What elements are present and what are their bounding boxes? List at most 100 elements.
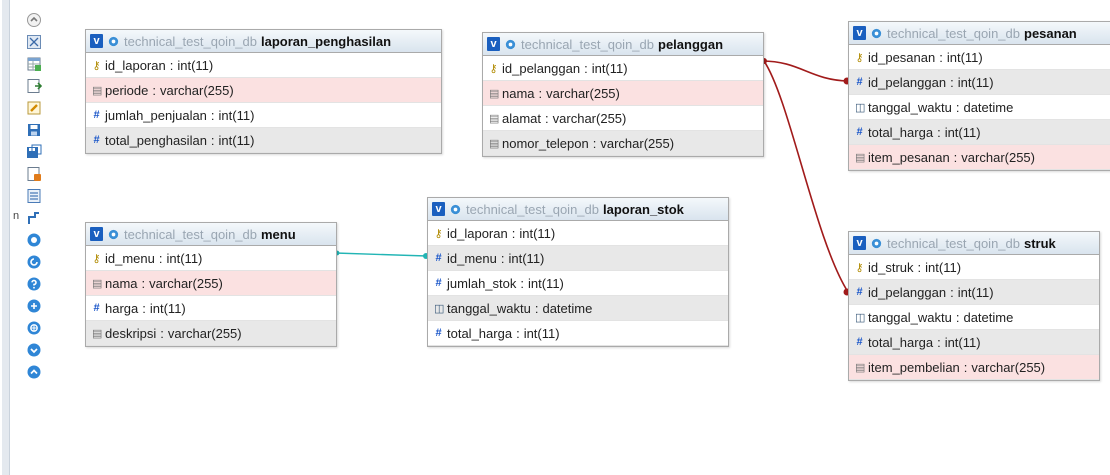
gear-icon[interactable] (870, 27, 883, 40)
column-row[interactable]: # id_pelanggan : int(11) (849, 280, 1099, 305)
add-table-icon[interactable] (25, 55, 43, 73)
fullscreen-icon[interactable] (25, 33, 43, 51)
column-row[interactable]: # total_harga : int(11) (849, 120, 1110, 145)
table-pesanan[interactable]: v technical_test_qoin_db pesanan ⚷ id_pes… (848, 21, 1110, 171)
column-name: total_harga (868, 124, 934, 140)
column-row[interactable]: ▤ deskripsi : varchar(255) (86, 321, 336, 346)
column-row[interactable]: ⚷ id_laporan : int(11) (86, 53, 441, 78)
column-type: varchar(255) (552, 110, 627, 126)
circle-icon[interactable] (25, 231, 43, 249)
column-row[interactable]: # jumlah_penjualan : int(11) (86, 103, 441, 128)
move-icon[interactable] (25, 297, 43, 315)
number-icon: # (93, 302, 100, 314)
column-row[interactable]: # total_harga : int(11) (428, 321, 728, 346)
database-name: technical_test_qoin_db (124, 33, 257, 49)
angle-up-icon[interactable] (25, 363, 43, 381)
column-type: int(11) (925, 259, 962, 275)
table-struk[interactable]: v technical_test_qoin_db struk ⚷ id_struk… (848, 231, 1100, 381)
column-row[interactable]: ▤ item_pembelian : varchar(255) (849, 355, 1099, 380)
column-name: id_pelanggan (502, 60, 581, 76)
column-name: id_laporan (447, 225, 508, 241)
toggle-columns-button[interactable]: v (90, 34, 103, 48)
column-type: datetime (542, 300, 593, 316)
column-row[interactable]: # total_penghasilan : int(11) (86, 128, 441, 153)
import-icon[interactable] (25, 77, 43, 95)
toggle-columns-button[interactable]: v (853, 236, 866, 250)
table-name: laporan_penghasilan (261, 33, 392, 49)
column-row[interactable]: # total_harga : int(11) (849, 330, 1099, 355)
table-laporan-penghasilan[interactable]: v technical_test_qoin_db laporan_penghas… (85, 29, 442, 154)
toggle-columns-button[interactable]: v (853, 26, 866, 40)
table-list-icon[interactable] (25, 187, 43, 205)
column-row[interactable]: # jumlah_stok : int(11) (428, 271, 728, 296)
column-row[interactable]: ◫ tanggal_waktu : datetime (428, 296, 728, 321)
column-name: id_pesanan (868, 49, 936, 65)
save-icon[interactable] (25, 121, 43, 139)
gear-icon[interactable] (107, 228, 120, 241)
column-name: tanggal_waktu (447, 300, 531, 316)
table-header[interactable]: v technical_test_qoin_db laporan_penghas… (86, 30, 441, 53)
column-row[interactable]: # id_menu : int(11) (428, 246, 728, 271)
table-header[interactable]: v technical_test_qoin_db pesanan (849, 22, 1110, 45)
column-type: varchar(255) (160, 82, 234, 98)
column-name: id_pelanggan (868, 74, 947, 90)
edit-icon[interactable] (25, 99, 43, 117)
angle-down-icon[interactable] (25, 341, 43, 359)
column-row[interactable]: ◫ tanggal_waktu : datetime (849, 95, 1110, 120)
toggle-columns-button[interactable]: v (90, 227, 103, 241)
column-row[interactable]: ⚷ id_struk : int(11) (849, 255, 1099, 280)
collapse-icon[interactable] (25, 11, 43, 29)
table-header[interactable]: v technical_test_qoin_db menu (86, 223, 336, 246)
column-name: total_harga (868, 334, 934, 350)
column-row[interactable]: ▤ nomor_telepon : varchar(255) (483, 131, 763, 156)
refresh-icon[interactable] (25, 253, 43, 271)
database-name: technical_test_qoin_db (124, 226, 257, 242)
table-header[interactable]: v technical_test_qoin_db struk (849, 232, 1099, 255)
table-header[interactable]: v technical_test_qoin_db laporan_stok (428, 198, 728, 221)
string-icon: ▤ (855, 151, 866, 164)
column-row[interactable]: ⚷ id_pesanan : int(11) (849, 45, 1110, 70)
key-icon: ⚷ (92, 59, 101, 72)
column-row[interactable]: # harga : int(11) (86, 296, 336, 321)
column-row[interactable]: ▤ alamat : varchar(255) (483, 106, 763, 131)
relation-icon[interactable] (25, 209, 43, 227)
table-header[interactable]: v technical_test_qoin_db pelanggan (483, 33, 763, 56)
column-name: jumlah_stok (447, 275, 517, 291)
key-icon: ⚷ (489, 62, 498, 75)
help-icon[interactable] (25, 275, 43, 293)
gear-icon[interactable] (107, 35, 120, 48)
database-name: technical_test_qoin_db (466, 201, 599, 217)
gear-icon[interactable] (870, 237, 883, 250)
relation-menu-laporan-stok (334, 250, 429, 259)
column-row[interactable]: ▤ nama : varchar(255) (86, 271, 336, 296)
export-icon[interactable] (25, 165, 43, 183)
table-menu[interactable]: v technical_test_qoin_db menu ⚷ id_menu :… (85, 222, 337, 347)
column-row[interactable]: # id_pelanggan : int(11) (849, 70, 1110, 95)
relation-pelanggan-pesanan (761, 58, 851, 85)
gear-icon[interactable] (504, 38, 517, 51)
string-icon: ▤ (489, 112, 500, 125)
column-name: item_pesanan (868, 149, 950, 165)
column-row[interactable]: ▤ nama : varchar(255) (483, 81, 763, 106)
gear-icon[interactable] (449, 203, 462, 216)
table-laporan-stok[interactable]: v technical_test_qoin_db laporan_stok ⚷ i… (427, 197, 729, 347)
number-icon: # (93, 109, 100, 121)
number-icon: # (856, 336, 863, 348)
toggle-columns-button[interactable]: v (432, 202, 445, 216)
toggle-icon[interactable] (25, 319, 43, 337)
save-as-icon[interactable] (25, 143, 43, 161)
column-type: int(11) (519, 225, 556, 241)
column-row[interactable]: ⚷ id_menu : int(11) (86, 246, 336, 271)
table-pelanggan[interactable]: v technical_test_qoin_db pelanggan ⚷ id_p… (482, 32, 764, 157)
column-row[interactable]: ⚷ id_pelanggan : int(11) (483, 56, 763, 81)
column-row[interactable]: ◫ tanggal_waktu : datetime (849, 305, 1099, 330)
column-row[interactable]: ▤ periode : varchar(255) (86, 78, 441, 103)
column-name: alamat (502, 110, 542, 126)
toggle-columns-button[interactable]: v (487, 37, 500, 51)
database-name: technical_test_qoin_db (887, 235, 1020, 251)
column-type: int(11) (944, 124, 981, 140)
column-row[interactable]: ▤ item_pesanan : varchar(255) (849, 145, 1110, 170)
column-row[interactable]: ⚷ id_laporan : int(11) (428, 221, 728, 246)
table-name: menu (261, 226, 296, 242)
column-type: varchar(255) (971, 359, 1046, 375)
